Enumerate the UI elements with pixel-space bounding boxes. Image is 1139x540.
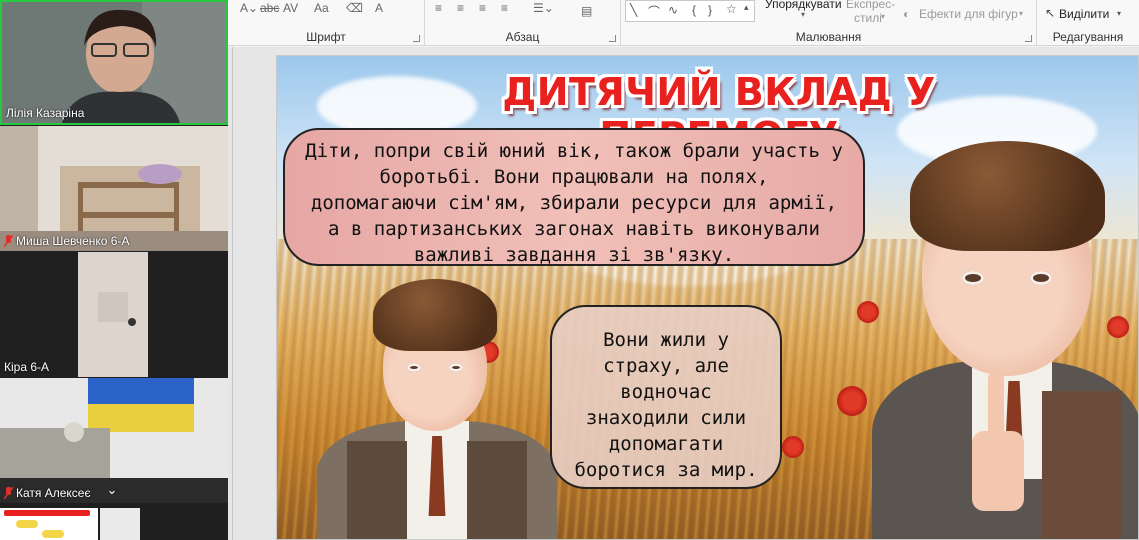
bubble-line: Діти, попри свій юний вік, також брали у… <box>305 140 843 162</box>
paragraph-group: ≡ ≡ ≡ ≡ ☰⌄ ▤ Абзац <box>425 0 621 46</box>
strikethrough-button[interactable]: abc <box>260 1 279 15</box>
align-right-icon[interactable]: ≡ <box>479 1 486 15</box>
change-case-button[interactable]: Aa <box>314 1 329 15</box>
shape-brace-right-icon[interactable]: } <box>708 3 712 17</box>
paragraph-dialog-launcher-icon[interactable] <box>609 35 616 42</box>
slide-editor: ДИТЯЧИЙ ВКЛАД У ПЕРЕМОГУ Діти, попри сві… <box>228 47 1139 540</box>
smartart-icon[interactable]: ▤ <box>581 4 592 18</box>
character-spacing-button[interactable]: AV <box>283 1 298 15</box>
boy-right-illustration <box>852 141 1138 539</box>
quick-styles-line1[interactable]: Експрес- <box>846 0 895 11</box>
arrange-dropdown-icon[interactable]: ▾ <box>801 10 805 19</box>
participant-name: Кіра 6-А <box>4 360 50 374</box>
participant-tile[interactable]: Кіра 6-А <box>0 252 228 377</box>
font-group: A⌄ abc AV Aa ⌫ A Шрифт <box>228 0 425 46</box>
boy-left-illustration <box>317 271 557 539</box>
muted-microphone-icon <box>3 234 14 248</box>
quick-styles-line2[interactable]: стилі <box>854 11 882 25</box>
font-color-button[interactable]: A <box>375 1 383 15</box>
bubble-line: знаходили сили <box>585 407 747 429</box>
clear-format-icon[interactable]: ⌫ <box>346 1 363 15</box>
quick-styles-dropdown-icon[interactable]: ▾ <box>881 12 885 21</box>
bubble-line: Вони жили у <box>603 329 729 351</box>
select-dropdown-icon[interactable]: ▾ <box>1117 9 1121 18</box>
drawing-dialog-launcher-icon[interactable] <box>1025 35 1032 42</box>
shape-star-icon[interactable]: ☆ <box>726 2 737 16</box>
muted-microphone-icon <box>3 486 14 500</box>
participant-video <box>0 252 228 377</box>
bubble-line: боротися за мир. <box>574 459 758 481</box>
paragraph-group-label: Абзац <box>505 30 540 44</box>
participant-name-label: Катя Алексеє <box>16 486 91 500</box>
bubble-line: водночас <box>620 381 712 403</box>
chevron-down-icon[interactable]: ⌄ <box>101 482 123 502</box>
shape-effects-dropdown-icon[interactable]: ▾ <box>1019 9 1023 18</box>
editing-group-label: Редагування <box>1052 30 1124 44</box>
align-center-icon[interactable]: ≡ <box>457 1 464 15</box>
columns-icon[interactable]: ☰⌄ <box>533 1 554 15</box>
editing-group: ↖ Виділити ▾ Редагування <box>1037 0 1139 46</box>
pane-divider <box>232 47 233 540</box>
bubble-line: боротьбі. Вони працювали на полях, <box>379 166 769 188</box>
bubble-line: важливі завдання зі зв'язку. <box>413 244 735 266</box>
shapes-more-icon[interactable]: ▴ <box>744 2 749 13</box>
shape-brace-left-icon[interactable]: { <box>692 3 696 17</box>
participant-name: Лілія Казаріна <box>6 106 85 120</box>
select-button[interactable]: Виділити <box>1059 7 1109 21</box>
slide-thumbnail[interactable] <box>0 508 98 540</box>
participant-video <box>2 2 226 123</box>
participant-name: Миша Шевченко 6-А <box>3 233 130 248</box>
shape-arc-icon[interactable]: ⌒ <box>648 3 660 20</box>
shapes-gallery[interactable]: ╲ ⌒ ∿ { } ☆ ▴ <box>625 0 755 22</box>
bubble-line: страху, але <box>603 355 729 377</box>
ribbon: A⌄ abc AV Aa ⌫ A Шрифт ≡ ≡ ≡ ≡ ☰⌄ ▤ Абза… <box>228 0 1139 46</box>
align-left-icon[interactable]: ≡ <box>435 1 442 15</box>
thumbnail-pane-scrollbar[interactable] <box>100 508 140 540</box>
drawing-group: ╲ ⌒ ∿ { } ☆ ▴ Упорядкувати ▾ Експрес- ст… <box>621 0 1037 46</box>
shape-effects-button[interactable]: Ефекти для фігур <box>919 7 1018 21</box>
participant-name: Катя Алексеє <box>3 485 91 500</box>
drawing-group-label: Малювання <box>795 30 862 44</box>
bubble-line: допомагати <box>608 433 724 455</box>
shape-line-icon[interactable]: ╲ <box>630 3 637 17</box>
font-group-label: Шрифт <box>306 30 346 44</box>
shape-curve-icon[interactable]: ∿ <box>668 3 678 17</box>
bubble-line: а в партизанських загонах навіть виконув… <box>328 218 820 240</box>
select-cursor-icon[interactable]: ↖ <box>1045 6 1055 20</box>
participant-tile[interactable]: Миша Шевченко 6-А <box>0 126 228 251</box>
video-sidebar: Лілія Казаріна Миша Шевченко 6-А Кіра 6-… <box>0 0 228 540</box>
participant-tile-active[interactable]: Лілія Казаріна <box>0 0 228 125</box>
font-shrink-icon[interactable]: A⌄ <box>240 1 258 15</box>
bubble-line: допомагаючи сім'ям, збирали ресурси для … <box>310 192 838 214</box>
participant-name-label: Миша Шевченко 6-А <box>16 234 130 248</box>
speech-bubble-secondary[interactable]: Вони жили у страху, але водночас знаходи… <box>550 305 782 489</box>
justify-icon[interactable]: ≡ <box>501 1 508 15</box>
slide-canvas[interactable]: ДИТЯЧИЙ ВКЛАД У ПЕРЕМОГУ Діти, попри сві… <box>276 55 1139 540</box>
poppy <box>782 436 804 458</box>
font-dialog-launcher-icon[interactable] <box>413 35 420 42</box>
speech-bubble-main[interactable]: Діти, попри свій юний вік, також брали у… <box>283 128 865 266</box>
shape-effects-icon[interactable]: ◐ <box>903 7 910 21</box>
